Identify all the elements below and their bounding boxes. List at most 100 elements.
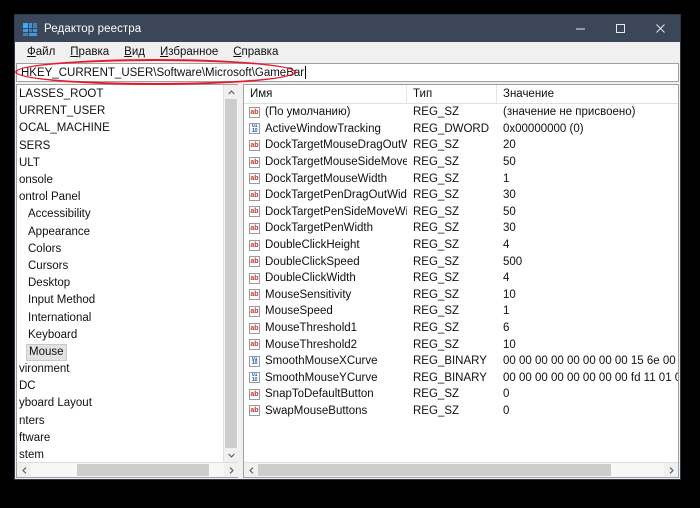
tree-item[interactable]: Mouse [17, 343, 223, 361]
tree-item[interactable]: International [17, 309, 223, 326]
value-row[interactable]: ab DockTargetMouseWidth REG_SZ 1 [244, 170, 678, 187]
string-value-icon: ab [249, 222, 260, 234]
tree-item[interactable]: Accessibility [17, 206, 223, 223]
value-row[interactable]: 01 10 SmoothMouseXCurve REG_BINARY 00 00 00 … [244, 353, 678, 370]
menu-item-view[interactable]: Вид [117, 44, 153, 60]
column-header-type[interactable]: Тип [407, 85, 497, 103]
tree-item[interactable]: stem [17, 447, 223, 462]
address-input[interactable]: HKEY_CURRENT_USER\Software\Microsoft\Gam… [16, 63, 679, 82]
value-type-cell: REG_SZ [413, 388, 460, 401]
tree-item[interactable]: onsole [17, 172, 223, 189]
value-name-cell: ab DoubleClickWidth [244, 270, 407, 287]
values-list[interactable]: ab (По умолчанию) REG_SZ (значение не присв… [244, 104, 678, 462]
value-row[interactable]: ab (По умолчанию) REG_SZ (значение не присв… [244, 104, 678, 121]
value-type-cell: REG_BINARY [413, 355, 487, 368]
value-type-cell: REG_SZ [413, 338, 460, 351]
tree-vscroll-thumb[interactable] [225, 99, 237, 448]
value-row[interactable]: ab DockTargetPenDragOutWidth REG_SZ 30 [244, 187, 678, 204]
value-row[interactable]: ab DoubleClickWidth REG_SZ 4 [244, 270, 678, 287]
tree-horizontal-scrollbar[interactable] [17, 462, 238, 477]
value-type-cell: REG_SZ [413, 106, 460, 119]
tree-item[interactable]: ftware [17, 430, 223, 447]
value-row[interactable]: ab DockTargetPenWidth REG_SZ 30 [244, 220, 678, 237]
tree-item[interactable]: SERS [17, 138, 223, 155]
value-data-cell: 30 [503, 222, 516, 235]
tree-item[interactable]: ontrol Panel [17, 189, 223, 206]
value-data-cell: 0 [503, 388, 510, 401]
value-name-cell: ab MouseThreshold1 [244, 320, 407, 337]
tree-item-label: URRENT_USER [19, 105, 106, 118]
value-name-cell: ab DockTargetMouseSideMoveWidth [244, 154, 407, 171]
value-row[interactable]: ab MouseSensitivity REG_SZ 10 [244, 287, 678, 304]
value-row[interactable]: ab DoubleClickHeight REG_SZ 4 [244, 237, 678, 254]
value-data-cell: 1 [503, 172, 510, 185]
value-row[interactable]: ab DockTargetPenSideMoveWidth REG_SZ 50 [244, 204, 678, 221]
chevron-left-icon[interactable] [17, 463, 31, 477]
value-row[interactable]: ab MouseThreshold2 REG_SZ 10 [244, 336, 678, 353]
value-data-cell: 50 [503, 205, 516, 218]
minimize-button[interactable] [560, 15, 600, 42]
value-name-cell: ab MouseThreshold2 [244, 336, 407, 353]
values-hscroll-track[interactable] [258, 463, 664, 477]
tree-item[interactable]: OCAL_MACHINE [17, 120, 223, 137]
value-name: DoubleClickHeight [265, 239, 360, 252]
value-row[interactable]: ab DockTargetMouseDragOutWidth REG_SZ 20 [244, 137, 678, 154]
tree-vertical-scrollbar[interactable] [223, 85, 238, 462]
chevron-right-icon[interactable] [664, 463, 678, 477]
tree-hscroll-thumb[interactable] [77, 464, 209, 476]
tree-item[interactable]: DC [17, 378, 223, 395]
registry-tree-list[interactable]: LASSES_ROOT URRENT_USER OCAL_MACHINE SERS UL… [17, 85, 223, 462]
value-data-cell: 20 [503, 139, 516, 152]
chevron-up-icon[interactable] [224, 85, 238, 99]
menu-label-help: правка [241, 46, 279, 58]
chevron-right-icon[interactable] [224, 463, 238, 477]
maximize-button[interactable] [600, 15, 640, 42]
value-row[interactable]: ab MouseSpeed REG_SZ 1 [244, 303, 678, 320]
registry-values-pane: Имя Тип Значение ab (По умолчанию) REG_SZ (… [243, 84, 679, 478]
value-row[interactable]: ab SnapToDefaultButton REG_SZ 0 [244, 386, 678, 403]
tree-hscroll-track[interactable] [31, 463, 224, 477]
value-row[interactable]: ab SwapMouseButtons REG_SZ 0 [244, 403, 678, 420]
menu-item-file[interactable]: Файл [20, 44, 63, 60]
close-button[interactable] [640, 15, 680, 42]
value-row[interactable]: ab MouseThreshold1 REG_SZ 6 [244, 320, 678, 337]
values-hscroll-thumb[interactable] [258, 464, 612, 476]
value-type-cell: REG_BINARY [413, 371, 487, 384]
tree-item[interactable]: Cursors [17, 258, 223, 275]
tree-item[interactable]: nters [17, 413, 223, 430]
column-header-value[interactable]: Значение [497, 85, 678, 103]
menu-accel-view: В [124, 46, 132, 58]
tree-item-label: stem [19, 449, 44, 462]
tree-item[interactable]: yboard Layout [17, 395, 223, 412]
tree-item[interactable]: vironment [17, 361, 223, 378]
value-name-cell: ab DockTargetPenDragOutWidth [244, 187, 407, 204]
value-name-cell: ab DoubleClickSpeed [244, 253, 407, 270]
menu-item-favorites[interactable]: Избранное [153, 44, 226, 60]
values-horizontal-scrollbar[interactable] [244, 462, 678, 477]
value-row[interactable]: ab DoubleClickSpeed REG_SZ 500 [244, 253, 678, 270]
value-name: MouseThreshold1 [265, 322, 358, 335]
tree-item[interactable]: Input Method [17, 292, 223, 309]
value-name: SwapMouseButtons [265, 404, 368, 417]
chevron-down-icon[interactable] [224, 448, 238, 462]
tree-item[interactable]: Appearance [17, 224, 223, 241]
title-bar[interactable]: Редактор реестра [15, 15, 680, 42]
tree-item[interactable]: ULT [17, 155, 223, 172]
menu-item-edit[interactable]: Правка [63, 44, 117, 60]
tree-item[interactable]: Keyboard [17, 327, 223, 344]
tree-item[interactable]: Desktop [17, 275, 223, 292]
tree-item[interactable]: URRENT_USER [17, 103, 223, 120]
tree-item-label: yboard Layout [19, 397, 92, 410]
value-row[interactable]: 01 10 SmoothMouseYCurve REG_BINARY 00 00 00 … [244, 370, 678, 387]
tree-item[interactable]: LASSES_ROOT [17, 86, 223, 103]
value-row[interactable]: ab DockTargetMouseSideMoveWidth REG_SZ 50 [244, 154, 678, 171]
tree-item[interactable]: Colors [17, 241, 223, 258]
chevron-left-icon[interactable] [244, 463, 258, 477]
tree-vscroll-track[interactable] [224, 99, 238, 448]
column-header-name[interactable]: Имя [244, 85, 407, 103]
value-row[interactable]: 01 10 ActiveWindowTracking REG_DWORD 0x00000… [244, 121, 678, 138]
tree-item-label: ULT [19, 156, 40, 169]
tree-item-label: SERS [19, 139, 51, 152]
menu-item-help[interactable]: Справка [226, 44, 286, 60]
string-value-icon: ab [249, 405, 260, 417]
